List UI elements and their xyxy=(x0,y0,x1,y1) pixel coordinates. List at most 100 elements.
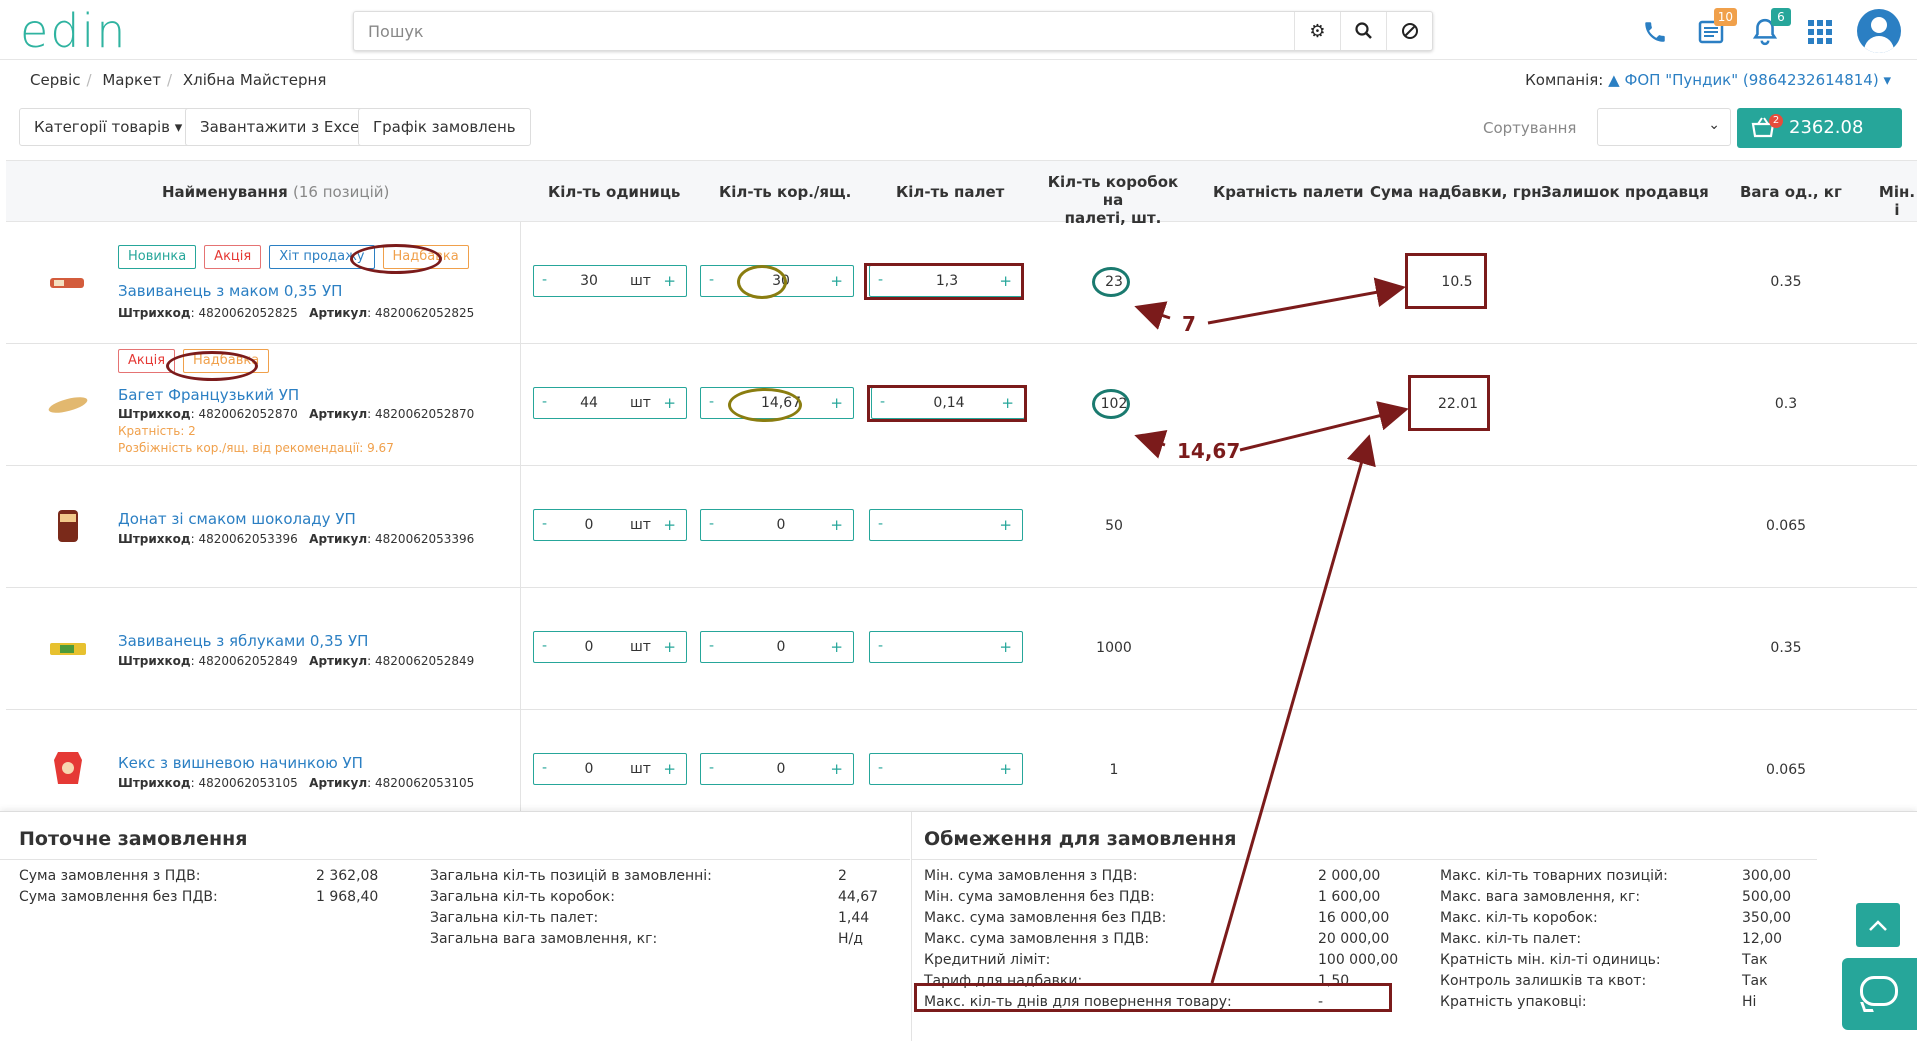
pallets-stepper[interactable]: - + xyxy=(869,509,1023,541)
col-min[interactable]: Мін. і xyxy=(1877,183,1917,219)
annotation-box xyxy=(914,983,1392,1012)
product-name-link[interactable]: Донат зі смаком шоколаду УП xyxy=(118,510,356,528)
pallets-stepper[interactable]: - + xyxy=(869,631,1023,663)
chat-widget-button[interactable] xyxy=(1842,958,1917,1030)
plus-icon[interactable]: + xyxy=(999,516,1012,534)
col-boxes-per-pallet[interactable]: Кіл-ть коробок на палеті, шт. xyxy=(1041,173,1185,227)
apps-grid-icon[interactable] xyxy=(1800,12,1840,52)
product-image[interactable] xyxy=(44,506,92,542)
total-boxes-value: 44,67 xyxy=(838,889,879,905)
plus-icon[interactable]: + xyxy=(830,516,843,534)
table-row: Кекс з вишневою начинкою УП Штрихкод: 48… xyxy=(6,710,1917,811)
minus-icon[interactable]: - xyxy=(878,760,883,776)
bell-icon[interactable]: 6 xyxy=(1745,8,1791,52)
units-stepper[interactable]: - 0 шт + xyxy=(533,753,687,785)
units-stepper[interactable]: - 0 шт + xyxy=(533,631,687,663)
units-stepper[interactable]: - 30 шт + xyxy=(533,265,687,297)
boxes-stepper[interactable]: - 0 + xyxy=(700,753,854,785)
minus-icon[interactable]: - xyxy=(542,760,547,776)
order-schedule-button[interactable]: Графік замовлень xyxy=(358,108,531,146)
sort-label: Сортування xyxy=(1483,119,1577,137)
plus-icon[interactable]: + xyxy=(663,516,676,534)
clear-search-icon[interactable] xyxy=(1386,12,1432,50)
plus-icon[interactable]: + xyxy=(830,394,843,412)
plus-icon[interactable]: + xyxy=(663,760,676,778)
boxes-stepper[interactable]: - 0 + xyxy=(700,509,854,541)
col-units[interactable]: Кіл-ть одиниць xyxy=(548,183,680,201)
product-image[interactable] xyxy=(44,266,92,300)
cart-button[interactable]: 2 2362.08 грн. xyxy=(1737,108,1902,178)
total-positions-value: 2 xyxy=(838,868,847,884)
units-stepper[interactable]: - 0 шт + xyxy=(533,509,687,541)
minus-icon[interactable]: - xyxy=(709,394,714,410)
company-label: Компанія: xyxy=(1525,71,1604,89)
plus-icon[interactable]: + xyxy=(830,272,843,290)
sort-select[interactable]: ⌄ xyxy=(1597,108,1731,146)
breadcrumb-service[interactable]: Сервіс xyxy=(30,71,80,89)
product-image[interactable] xyxy=(44,388,92,422)
col-pallets[interactable]: Кіл-ть палет xyxy=(896,183,1004,201)
upload-excel-button[interactable]: Завантажити з Excel xyxy=(185,108,379,146)
breadcrumb-market[interactable]: Маркет xyxy=(102,71,161,89)
news-badge: 10 xyxy=(1713,8,1737,26)
col-unit-weight[interactable]: Вага од., кг xyxy=(1740,183,1842,201)
search-icon[interactable] xyxy=(1340,12,1386,50)
phone-icon[interactable] xyxy=(1635,12,1675,52)
col-seller-stock[interactable]: Залишок продавця xyxy=(1541,183,1709,201)
total-weight-value: Н/д xyxy=(838,931,863,947)
product-name-link[interactable]: Багет Французький УП xyxy=(118,386,299,404)
product-codes: Штрихкод: 4820062053105 Артикул: 4820062… xyxy=(118,776,475,790)
plus-icon[interactable]: + xyxy=(999,760,1012,778)
product-name-link[interactable]: Кекс з вишневою начинкою УП xyxy=(118,754,363,772)
annotation-label: 7 xyxy=(1182,312,1196,336)
edin-logo[interactable]: edin xyxy=(20,8,127,54)
company-value[interactable]: ФОП "Пундик" (9864232614814) xyxy=(1624,71,1878,89)
scroll-to-top-button[interactable] xyxy=(1856,903,1900,947)
product-image[interactable] xyxy=(44,748,92,784)
limit-label: Макс. кіл-ть палет: xyxy=(1440,931,1582,947)
tag-promo: Акція xyxy=(204,245,262,269)
units-stepper[interactable]: - 44 шт + xyxy=(533,387,687,419)
divider xyxy=(912,859,1817,860)
minus-icon[interactable]: - xyxy=(709,638,714,654)
col-name[interactable]: Найменування (16 позицій) xyxy=(162,183,389,201)
product-name-link[interactable]: Завиванець з яблуками 0,35 УП xyxy=(118,632,368,650)
unit-weight: 0.065 xyxy=(1765,762,1807,778)
categories-button[interactable]: Категорії товарів ▾ xyxy=(19,108,198,146)
minus-icon[interactable]: - xyxy=(878,638,883,654)
minus-icon[interactable]: - xyxy=(709,272,714,288)
total-pallets-label: Загальна кіл-ть палет: xyxy=(430,910,599,926)
col-boxes[interactable]: Кіл-ть кор./ящ. xyxy=(719,183,851,201)
minus-icon[interactable]: - xyxy=(542,516,547,532)
boxes-per-pallet: 1000 xyxy=(1096,640,1132,656)
minus-icon[interactable]: - xyxy=(542,638,547,654)
minus-icon[interactable]: - xyxy=(709,760,714,776)
product-codes: Штрихкод: 4820062052849 Артикул: 4820062… xyxy=(118,654,475,668)
minus-icon[interactable]: - xyxy=(542,272,547,288)
minus-icon[interactable]: - xyxy=(542,394,547,410)
product-image[interactable] xyxy=(44,632,92,666)
minus-icon[interactable]: - xyxy=(709,516,714,532)
unit-weight: 0.35 xyxy=(1770,274,1802,290)
plus-icon[interactable]: + xyxy=(999,638,1012,656)
breadcrumb-supplier: Хлібна Майстерня xyxy=(182,71,327,89)
col-surcharge-sum[interactable]: Сума надбавки, грн. xyxy=(1370,183,1547,201)
plus-icon[interactable]: + xyxy=(830,760,843,778)
limit-label: Кратність упаковці: xyxy=(1440,994,1587,1010)
user-avatar-icon[interactable] xyxy=(1857,9,1901,53)
annotation-box xyxy=(1405,253,1487,309)
filter-settings-icon[interactable]: ⚙ xyxy=(1294,12,1340,50)
col-pallet-multiplicity[interactable]: Кратність палети xyxy=(1213,183,1363,201)
search-input[interactable] xyxy=(354,12,1294,50)
news-icon[interactable]: 10 xyxy=(1691,8,1737,52)
boxes-stepper[interactable]: - 0 + xyxy=(700,631,854,663)
limit-value: 2 000,00 xyxy=(1318,868,1381,884)
plus-icon[interactable]: + xyxy=(663,272,676,290)
plus-icon[interactable]: + xyxy=(830,638,843,656)
plus-icon[interactable]: + xyxy=(663,638,676,656)
minus-icon[interactable]: - xyxy=(878,516,883,532)
product-name-link[interactable]: Завиванець з маком 0,35 УП xyxy=(118,282,342,300)
plus-icon[interactable]: + xyxy=(663,394,676,412)
company-selector[interactable]: Компанія: ▲ ФОП "Пундик" (9864232614814)… xyxy=(1525,71,1891,89)
pallets-stepper[interactable]: - + xyxy=(869,753,1023,785)
